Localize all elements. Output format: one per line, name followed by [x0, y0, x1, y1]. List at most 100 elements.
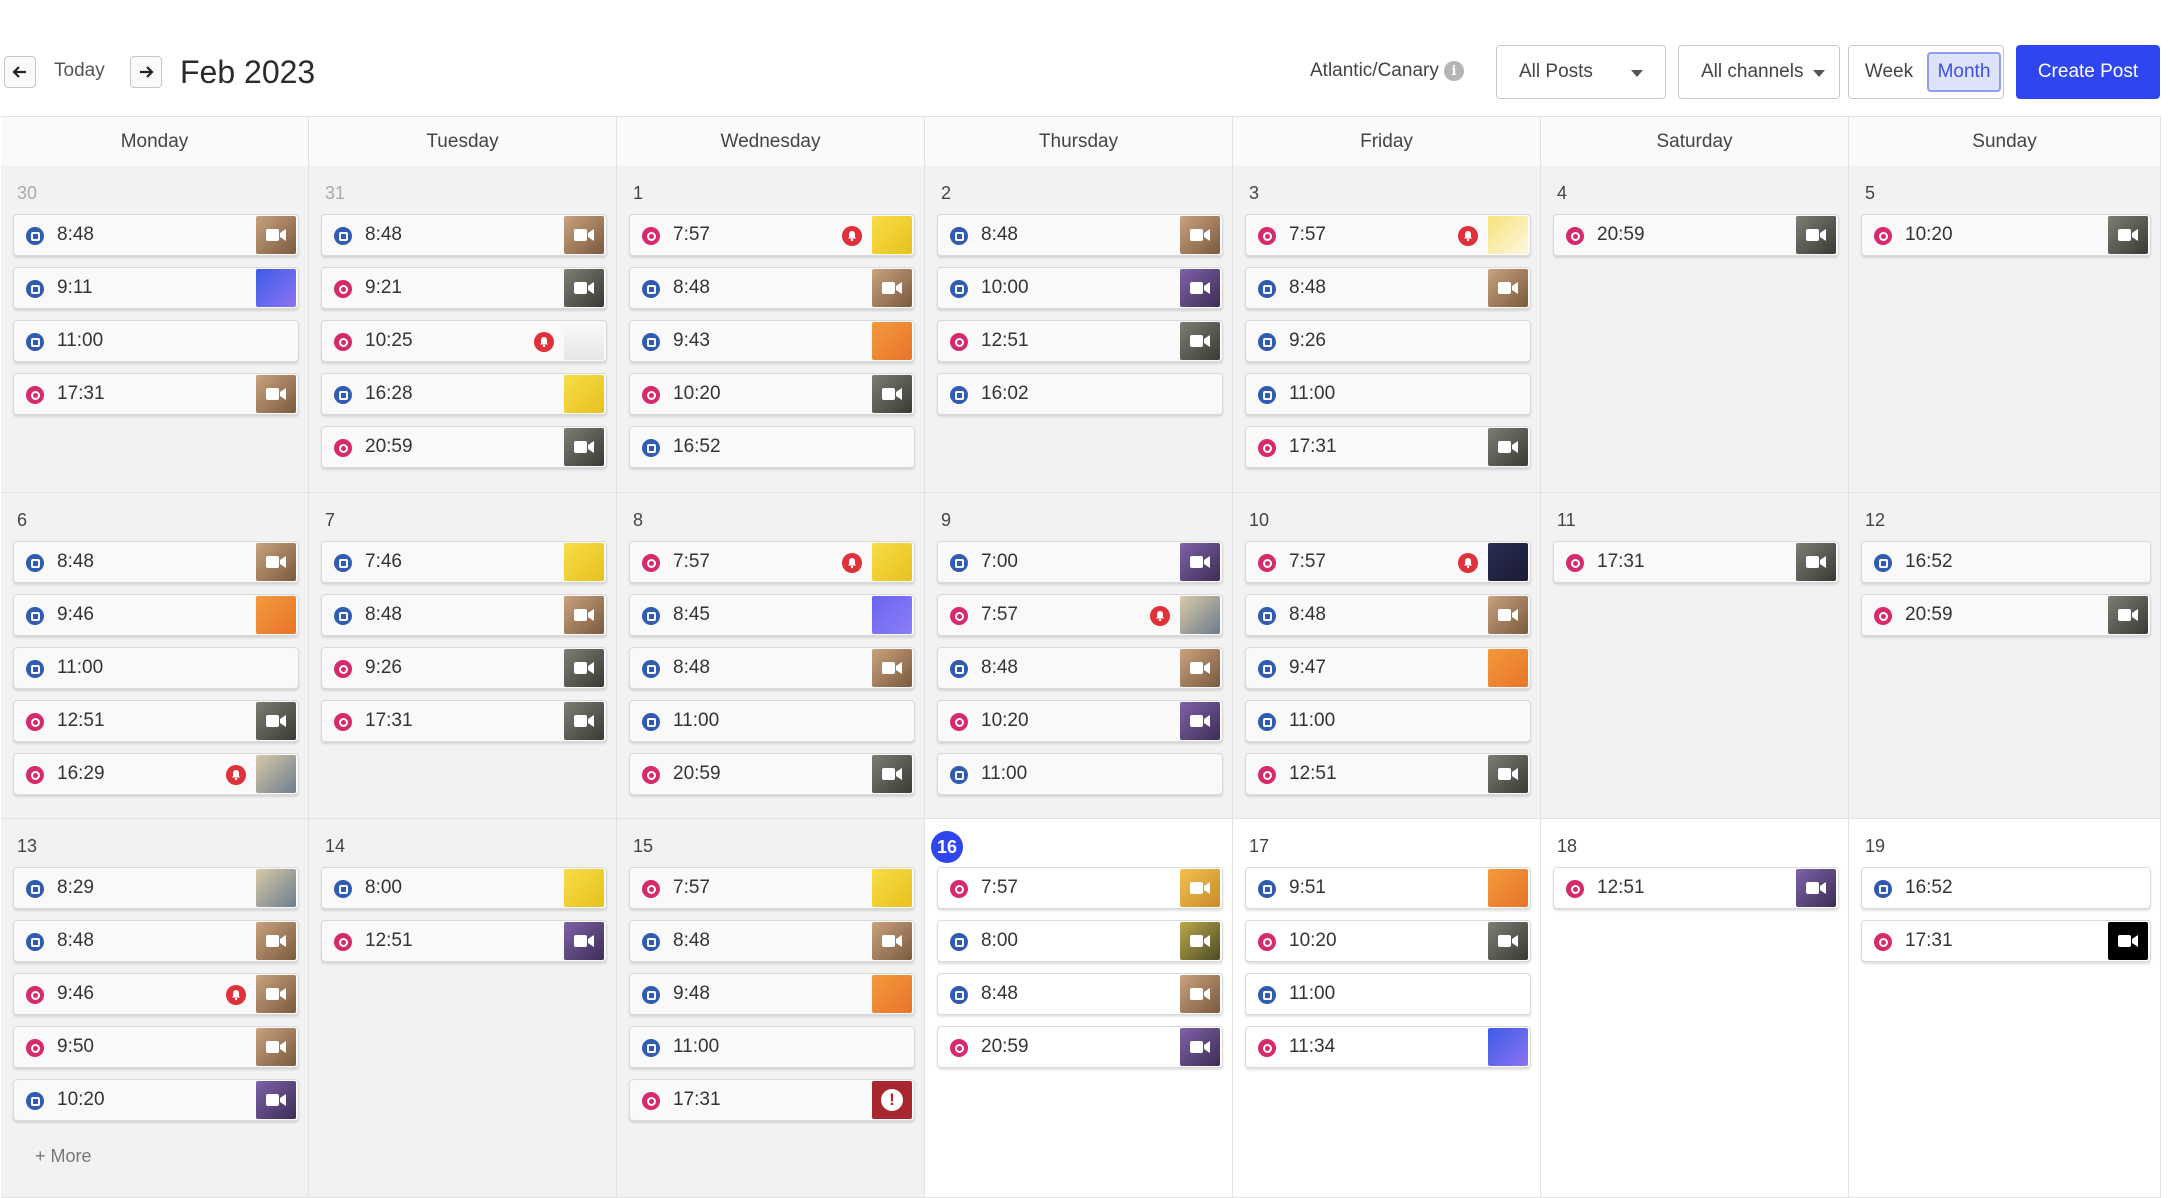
scheduled-post[interactable]: 16:52	[629, 426, 915, 468]
info-icon[interactable]: i	[1444, 61, 1464, 81]
scheduled-post[interactable]: 11:00	[13, 647, 299, 689]
show-more-link[interactable]: + More	[35, 1146, 92, 1167]
scheduled-post[interactable]: 9:47	[1245, 647, 1531, 689]
scheduled-post[interactable]: 10:20	[629, 373, 915, 415]
scheduled-post[interactable]: 20:59	[1553, 214, 1839, 256]
scheduled-post[interactable]: 9:48	[629, 973, 915, 1015]
scheduled-post[interactable]: 8:48	[937, 647, 1223, 689]
scheduled-post[interactable]: 8:48	[1245, 267, 1531, 309]
scheduled-post[interactable]: 8:45	[629, 594, 915, 636]
scheduled-post[interactable]: 12:51	[1245, 753, 1531, 795]
scheduled-post[interactable]: 7:57	[629, 867, 915, 909]
scheduled-post[interactable]: 17:31	[13, 373, 299, 415]
notification-bell-icon[interactable]	[226, 765, 246, 785]
scheduled-post[interactable]: 11:00	[1245, 973, 1531, 1015]
day-cell[interactable]: 1 7:57 8:48 9:43 10:20 16:52	[617, 166, 925, 493]
scheduled-post[interactable]: 11:00	[1245, 373, 1531, 415]
scheduled-post[interactable]: 10:20	[937, 700, 1223, 742]
scheduled-post[interactable]: 7:00	[937, 541, 1223, 583]
scheduled-post[interactable]: 7:57	[629, 541, 915, 583]
scheduled-post[interactable]: 8:48	[13, 541, 299, 583]
scheduled-post[interactable]: 11:00	[629, 1026, 915, 1068]
day-cell[interactable]: 5 10:20	[1849, 166, 2161, 493]
scheduled-post[interactable]: 8:48	[1245, 594, 1531, 636]
day-cell[interactable]: 16 7:57 8:00 8:48 20:59	[925, 819, 1233, 1198]
scheduled-post[interactable]: 8:48	[13, 920, 299, 962]
scheduled-post[interactable]: 9:46	[13, 973, 299, 1015]
scheduled-post[interactable]: 17:31	[1553, 541, 1839, 583]
scheduled-post[interactable]: 20:59	[321, 426, 607, 468]
day-cell[interactable]: 8 7:57 8:45 8:48 11:00 20:59	[617, 493, 925, 819]
day-cell[interactable]: 19 16:52 17:31	[1849, 819, 2161, 1198]
scheduled-post[interactable]: 9:43	[629, 320, 915, 362]
scheduled-post[interactable]: 17:31	[1861, 920, 2151, 962]
today-button[interactable]: Today	[54, 60, 105, 82]
scheduled-post[interactable]: 12:51	[13, 700, 299, 742]
scheduled-post[interactable]: 16:02	[937, 373, 1223, 415]
scheduled-post[interactable]: 8:48	[629, 920, 915, 962]
day-cell[interactable]: 18 12:51	[1541, 819, 1849, 1198]
channels-filter-dropdown[interactable]: All channels	[1678, 45, 1840, 99]
posts-filter-dropdown[interactable]: All Posts	[1496, 45, 1666, 99]
scheduled-post[interactable]: 17:31	[1245, 426, 1531, 468]
scheduled-post[interactable]: 11:00	[1245, 700, 1531, 742]
scheduled-post[interactable]: 16:28	[321, 373, 607, 415]
previous-month-button[interactable]	[4, 56, 36, 88]
day-cell[interactable]: 15 7:57 8:48 9:48 11:00 17:31!	[617, 819, 925, 1198]
scheduled-post[interactable]: 8:48	[937, 973, 1223, 1015]
day-cell[interactable]: 31 8:48 9:21 10:25 16:28 20:59	[309, 166, 617, 493]
scheduled-post[interactable]: 7:57	[629, 214, 915, 256]
scheduled-post[interactable]: 9:21	[321, 267, 607, 309]
month-view-button[interactable]: Month	[1927, 52, 2001, 92]
scheduled-post[interactable]: 7:57	[1245, 541, 1531, 583]
scheduled-post[interactable]: 9:51	[1245, 867, 1531, 909]
scheduled-post[interactable]: 10:20	[13, 1079, 299, 1121]
day-cell[interactable]: 7 7:46 8:48 9:26 17:31	[309, 493, 617, 819]
notification-bell-icon[interactable]	[842, 553, 862, 573]
scheduled-post[interactable]: 9:50	[13, 1026, 299, 1068]
scheduled-post[interactable]: 20:59	[629, 753, 915, 795]
scheduled-post[interactable]: 11:34	[1245, 1026, 1531, 1068]
scheduled-post[interactable]: 10:20	[1861, 214, 2151, 256]
scheduled-post[interactable]: 10:25	[321, 320, 607, 362]
scheduled-post[interactable]: 16:52	[1861, 541, 2151, 583]
scheduled-post[interactable]: 8:48	[629, 647, 915, 689]
day-cell[interactable]: 17 9:51 10:20 11:00 11:34	[1233, 819, 1541, 1198]
scheduled-post[interactable]: 20:59	[937, 1026, 1223, 1068]
day-cell[interactable]: 6 8:48 9:46 11:00 12:51 16:29	[1, 493, 309, 819]
day-cell[interactable]: 3 7:57 8:48 9:26 11:00 17:31	[1233, 166, 1541, 493]
scheduled-post[interactable]: 9:26	[1245, 320, 1531, 362]
day-cell[interactable]: 9 7:00 7:57 8:48 10:20 11:00	[925, 493, 1233, 819]
notification-bell-icon[interactable]	[842, 226, 862, 246]
scheduled-post[interactable]: 8:48	[13, 214, 299, 256]
scheduled-post[interactable]: 8:48	[629, 267, 915, 309]
scheduled-post[interactable]: 16:29	[13, 753, 299, 795]
notification-bell-icon[interactable]	[1458, 226, 1478, 246]
scheduled-post[interactable]: 20:59	[1861, 594, 2151, 636]
day-cell[interactable]: 13 8:29 8:48 9:46 9:50 10:20 + More	[1, 819, 309, 1198]
day-cell[interactable]: 12 16:52 20:59	[1849, 493, 2161, 819]
scheduled-post[interactable]: 8:29	[13, 867, 299, 909]
scheduled-post[interactable]: 10:00	[937, 267, 1223, 309]
scheduled-post[interactable]: 9:46	[13, 594, 299, 636]
scheduled-post[interactable]: 17:31!	[629, 1079, 915, 1121]
day-cell[interactable]: 11 17:31	[1541, 493, 1849, 819]
scheduled-post[interactable]: 11:00	[937, 753, 1223, 795]
scheduled-post[interactable]: 17:31	[321, 700, 607, 742]
scheduled-post[interactable]: 8:48	[321, 214, 607, 256]
scheduled-post[interactable]: 10:20	[1245, 920, 1531, 962]
scheduled-post[interactable]: 12:51	[321, 920, 607, 962]
day-cell[interactable]: 10 7:57 8:48 9:47 11:00 12:51	[1233, 493, 1541, 819]
scheduled-post[interactable]: 7:46	[321, 541, 607, 583]
day-cell[interactable]: 14 8:00 12:51	[309, 819, 617, 1198]
scheduled-post[interactable]: 7:57	[937, 594, 1223, 636]
day-cell[interactable]: 2 8:48 10:00 12:51 16:02	[925, 166, 1233, 493]
create-post-button[interactable]: Create Post	[2016, 45, 2160, 99]
scheduled-post[interactable]: 12:51	[1553, 867, 1839, 909]
scheduled-post[interactable]: 11:00	[13, 320, 299, 362]
scheduled-post[interactable]: 12:51	[937, 320, 1223, 362]
notification-bell-icon[interactable]	[1150, 606, 1170, 626]
scheduled-post[interactable]: 8:00	[321, 867, 607, 909]
notification-bell-icon[interactable]	[1458, 553, 1478, 573]
day-cell[interactable]: 4 20:59	[1541, 166, 1849, 493]
